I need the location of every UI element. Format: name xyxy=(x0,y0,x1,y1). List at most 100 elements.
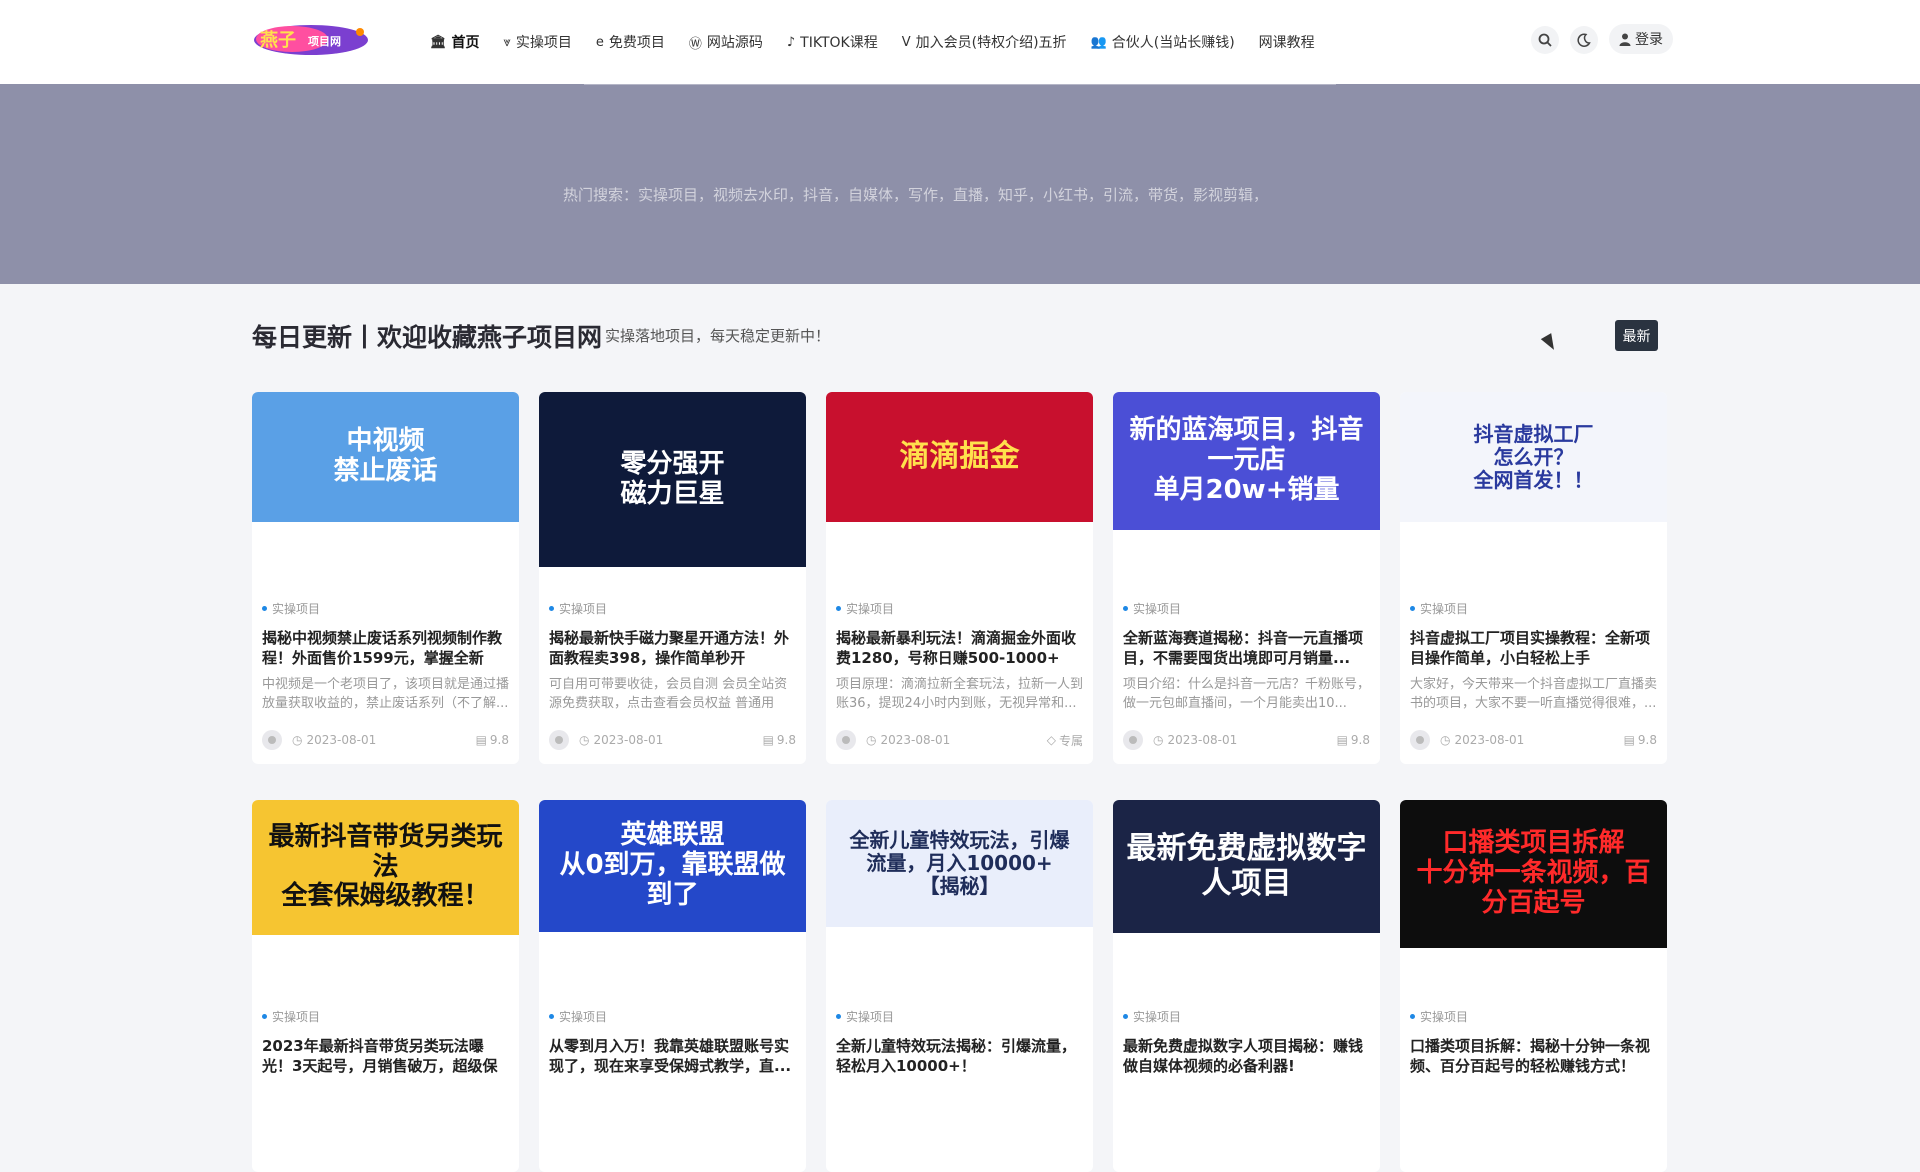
post-excerpt: 大家好，今天带来一个抖音虚拟工厂直播卖书的项目，大家不要一听直播觉得很难，... xyxy=(1410,677,1657,711)
post-thumbnail[interactable]: 滴滴掘金 xyxy=(826,392,1093,522)
post-category[interactable]: 实操项目 xyxy=(549,1008,607,1025)
nav-label: 合伙人(当站长赚钱) xyxy=(1111,35,1235,51)
post-card[interactable]: 全新儿童特效玩法，引爆 流量，月入10000+ 【揭秘】实操项目全新儿童特效玩法揭秘… xyxy=(826,800,1093,1172)
category-dot-icon xyxy=(1123,606,1128,611)
post-card[interactable]: 最新抖音带货另类玩法 全套保姆级教程！ 实操项目 2023年最新抖音带货另类玩法曝光！… xyxy=(252,800,519,1172)
post-thumbnail[interactable]: 新的蓝海项目，抖音一元店 单月20w+销量 xyxy=(1113,392,1380,530)
post-meta: ◷ 2023-08-01 ▤ 9.8 xyxy=(1123,729,1370,751)
nav-item-courses[interactable]: 网课教程 xyxy=(1259,32,1315,52)
diamond-icon: ◇ xyxy=(1046,733,1056,747)
post-points: ▤ 9.8 xyxy=(1624,733,1657,747)
search-icon xyxy=(1538,33,1552,47)
category-label: 实操项目 xyxy=(1420,1010,1469,1024)
thumbnail-text: 最新抖音带货另类玩法 全套保姆级教程！ xyxy=(268,821,503,912)
post-category[interactable]: 实操项目 xyxy=(262,1008,320,1025)
post-card[interactable]: 英雄联盟 从0到万，靠联盟做到了实操项目从零到月入万！我靠英雄联盟账号实现了，现在… xyxy=(539,800,806,1172)
post-category[interactable]: 实操项目 xyxy=(1123,1008,1181,1025)
nav-label: 加入会员(特权介绍)五折 xyxy=(915,35,1067,51)
post-card[interactable]: 滴滴掘金实操项目揭秘最新暴利玩法！滴滴掘金外面收费1280，号称日赚500-10… xyxy=(826,392,1093,764)
hot-search-list[interactable]: 热门搜索：实操项目，视频去水印，抖音，自媒体，写作，直播，知乎，小红书，引流，带… xyxy=(563,184,1268,205)
category-label: 实操项目 xyxy=(846,602,895,616)
coin-icon: ▤ xyxy=(1336,733,1348,747)
nav-item-free[interactable]: e 免费项目 xyxy=(596,32,665,52)
category-dot-icon xyxy=(549,606,554,611)
post-thumbnail[interactable]: 全新儿童特效玩法，引爆 流量，月入10000+ 【揭秘】 xyxy=(826,800,1093,927)
logo-text-main: 燕子 xyxy=(260,29,296,51)
points-value: 9.8 xyxy=(776,733,796,747)
nav-label: 首页 xyxy=(451,35,480,51)
post-category[interactable]: 实操项目 xyxy=(1123,600,1181,617)
site-logo[interactable]: 燕子 项目网 xyxy=(252,22,370,56)
nav-item-vip[interactable]: V 加入会员(特权介绍)五折 xyxy=(902,32,1067,52)
post-title[interactable]: 从零到月入万！我靠英雄联盟账号实现了，现在来享受保姆式教学，直... xyxy=(549,1036,796,1076)
post-thumbnail[interactable]: 口播类项目拆解 十分钟一条视频，百分百起号 xyxy=(1400,800,1667,948)
search-box-edge xyxy=(584,84,1336,85)
nav-item-home[interactable]: 🏛 首页 xyxy=(430,32,480,52)
nav-item-projects[interactable]: ⩔ 实操项目 xyxy=(504,32,572,52)
post-thumbnail[interactable]: 最新免费虚拟数字人项目 xyxy=(1113,800,1380,933)
thumbnail-text: 滴滴掘金 xyxy=(899,438,1020,474)
post-category[interactable]: 实操项目 xyxy=(549,600,607,617)
post-category[interactable]: 实操项目 xyxy=(1410,600,1468,617)
login-button[interactable]: 登录 xyxy=(1609,24,1673,54)
post-title[interactable]: 2023年最新抖音带货另类玩法曝光！3天起号，月销售破万，超级保姆级... xyxy=(262,1036,509,1076)
author-avatar[interactable] xyxy=(262,730,282,750)
moon-icon xyxy=(1577,33,1591,47)
edge-icon: e xyxy=(595,34,604,50)
post-category[interactable]: 实操项目 xyxy=(836,1008,894,1025)
section-title: 每日更新丨欢迎收藏燕子项目网 xyxy=(252,323,603,352)
post-title[interactable]: 揭秘中视频禁止废话系列视频制作教程！外面售价1599元，掌握全新蓝... xyxy=(262,628,509,668)
post-title[interactable]: 揭秘最新暴利玩法！滴滴掘金外面收费1280，号称日赚500-1000+【... xyxy=(836,628,1083,668)
author-avatar[interactable] xyxy=(836,730,856,750)
coin-icon: ▤ xyxy=(475,733,487,747)
thumbnail-text: 新的蓝海项目，抖音一元店 单月20w+销量 xyxy=(1129,415,1364,505)
author-avatar[interactable] xyxy=(1410,730,1430,750)
post-title[interactable]: 口播类项目拆解：揭秘十分钟一条视频、百分百起号的轻松赚钱方式！ xyxy=(1410,1036,1657,1076)
login-label: 登录 xyxy=(1635,32,1663,48)
author-avatar[interactable] xyxy=(1123,730,1143,750)
post-category[interactable]: 实操项目 xyxy=(1410,1008,1468,1025)
nav-item-partner[interactable]: 👥 合伙人(当站长赚钱) xyxy=(1091,32,1235,52)
post-thumbnail[interactable]: 零分强开 磁力巨星 xyxy=(539,392,806,567)
mouse-cursor-icon xyxy=(1540,333,1560,353)
dark-mode-toggle[interactable] xyxy=(1570,26,1598,54)
category-label: 实操项目 xyxy=(272,602,321,616)
main-nav: 🏛 首页 ⩔ 实操项目 e 免费项目 Ⓦ 网站源码 ♪ TIKTOK课程 V 加… xyxy=(430,0,1339,84)
sort-newest-button[interactable]: 最新 xyxy=(1615,320,1658,351)
post-title[interactable]: 最新免费虚拟数字人项目揭秘：赚钱做自媒体视频的必备利器! xyxy=(1123,1036,1370,1076)
post-title[interactable]: 揭秘最新快手磁力聚星开通方法！外面教程卖398，操作简单秒开 xyxy=(549,628,796,668)
category-dot-icon xyxy=(262,1014,267,1019)
post-points: ▤ 9.8 xyxy=(763,733,796,747)
post-category[interactable]: 实操项目 xyxy=(262,600,320,617)
points-value: 专属 xyxy=(1058,733,1083,748)
thumbnail-text: 英雄联盟 从0到万，靠联盟做到了 xyxy=(559,820,786,910)
nav-label: 免费项目 xyxy=(608,35,665,51)
post-card[interactable]: 口播类项目拆解 十分钟一条视频，百分百起号实操项目口播类项目拆解：揭秘十分钟一条视… xyxy=(1400,800,1667,1172)
post-card[interactable]: 最新免费虚拟数字人项目实操项目最新免费虚拟数字人项目揭秘：赚钱做自媒体视频的必备… xyxy=(1113,800,1380,1172)
coin-icon: ▤ xyxy=(1623,733,1635,747)
nav-item-tiktok[interactable]: ♪ TIKTOK课程 xyxy=(787,32,878,52)
post-title[interactable]: 全新儿童特效玩法揭秘：引爆流量，轻松月入10000+！ xyxy=(836,1036,1083,1076)
category-label: 实操项目 xyxy=(1133,1010,1182,1024)
nav-label: 实操项目 xyxy=(515,35,572,51)
post-points: ◇ 专属 xyxy=(1047,732,1083,749)
post-thumbnail[interactable]: 英雄联盟 从0到万，靠联盟做到了 xyxy=(539,800,806,932)
post-title[interactable]: 抖音虚拟工厂项目实操教程：全新项目操作简单，小白轻松上手 xyxy=(1410,628,1657,668)
coin-icon: ▤ xyxy=(762,733,774,747)
search-button[interactable] xyxy=(1531,26,1559,54)
author-avatar[interactable] xyxy=(549,730,569,750)
post-card[interactable]: 零分强开 磁力巨星实操项目揭秘最新快手磁力聚星开通方法！外面教程卖398，操作简单… xyxy=(539,392,806,764)
nav-label: 网课教程 xyxy=(1258,35,1315,51)
post-thumbnail[interactable]: 抖音虚拟工厂 怎么开？ 全网首发！！ xyxy=(1400,392,1667,522)
post-thumbnail[interactable]: 最新抖音带货另类玩法 全套保姆级教程！ xyxy=(252,800,519,935)
post-card[interactable]: 新的蓝海项目，抖音一元店 单月20w+销量实操项目全新蓝海赛道揭秘：抖音一元直播项… xyxy=(1113,392,1380,764)
nav-item-source[interactable]: Ⓦ 网站源码 xyxy=(689,32,763,52)
post-date: 2023-08-01 xyxy=(593,733,664,747)
post-category[interactable]: 实操项目 xyxy=(836,600,894,617)
post-title[interactable]: 全新蓝海赛道揭秘：抖音一元直播项目，不需要囤货出境即可月销量... xyxy=(1123,628,1370,668)
clock-icon: ◷ xyxy=(579,733,590,747)
post-thumbnail[interactable]: 中视频 禁止废话 xyxy=(252,392,519,522)
post-card[interactable]: 中视频 禁止废话实操项目揭秘中视频禁止废话系列视频制作教程！外面售价1599元，掌… xyxy=(252,392,519,764)
thumbnail-text: 口播类项目拆解 十分钟一条视频，百分百起号 xyxy=(1416,828,1651,918)
post-card[interactable]: 抖音虚拟工厂 怎么开？ 全网首发！！ 实操项目抖音虚拟工厂项目实操教程：全新项目操作简… xyxy=(1400,392,1667,764)
